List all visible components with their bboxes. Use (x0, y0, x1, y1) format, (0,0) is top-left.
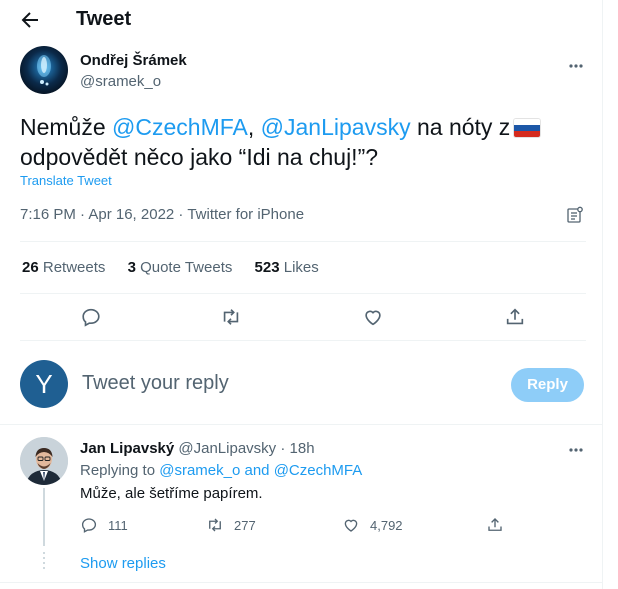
translate-tweet-link[interactable]: Translate Tweet (20, 173, 112, 188)
analytics-icon[interactable] (566, 206, 584, 224)
reply-reply-action[interactable]: 111 (80, 515, 128, 535)
separator-dot: · (280, 440, 286, 457)
more-options-icon[interactable] (566, 56, 586, 76)
likes-count: 523 (254, 259, 280, 276)
quote-tweets-label: Quote Tweets (140, 259, 233, 276)
retweets-stat[interactable]: 26 Retweets (22, 259, 105, 276)
reply-share-action[interactable] (486, 515, 514, 535)
like-icon (344, 519, 358, 532)
divider (0, 424, 602, 425)
reply-icon[interactable] (80, 306, 104, 330)
reply-author-handle[interactable]: @JanLipavsky (178, 440, 276, 457)
tweet-text-part: odpovědět něco jako “Idi na chuj!”? (20, 144, 379, 170)
tweet-text-part: Nemůže (20, 114, 113, 140)
mention-czechmfa[interactable]: @CzechMFA (274, 462, 363, 479)
tweet-text-part: , (247, 114, 261, 140)
reply-author-name[interactable]: Jan Lipavský (80, 440, 174, 457)
reply-text: Může, ale šetříme papírem. (80, 485, 263, 502)
tweet-column: Tweet Ondřej Šrámek @sramek_o Nemůže @Cz… (0, 0, 603, 589)
author-handle[interactable]: @sramek_o (80, 73, 161, 90)
reply-count: 111 (108, 517, 128, 533)
mention-janlipavsky[interactable]: @JanLipavsky (261, 114, 411, 140)
reply-retweet-action[interactable]: 277 (206, 515, 256, 535)
divider (20, 293, 586, 294)
replying-prefix: Replying to (80, 462, 160, 479)
divider (20, 340, 586, 341)
reply-time[interactable]: 18h (290, 440, 315, 457)
tweet-text: Nemůže @CzechMFA, @JanLipavsky na nóty z… (20, 112, 590, 172)
tweet-text-part: na nóty z (410, 114, 511, 140)
header: Tweet (0, 0, 602, 40)
retweet-icon[interactable] (220, 306, 244, 330)
like-count: 4,792 (370, 517, 403, 533)
likes-stat[interactable]: 523 Likes (255, 259, 319, 276)
retweets-label: Retweets (42, 259, 106, 276)
quote-tweets-stat[interactable]: 3 Quote Tweets (128, 259, 233, 276)
reply-like-action[interactable]: 4,792 (342, 515, 403, 535)
tweet-timestamp[interactable]: 7:16 PM · Apr 16, 2022 · Twitter for iPh… (20, 206, 304, 223)
russia-flag-icon (514, 119, 541, 137)
reply-header: Jan Lipavský @JanLipavsky · 18h (80, 440, 315, 457)
reply-input[interactable]: Tweet your reply (82, 372, 482, 395)
page-title: Tweet (76, 8, 132, 30)
retweet-count: 277 (234, 517, 256, 533)
reply-icon (81, 518, 97, 533)
replying-to: Replying to @sramek_o and @CzechMFA (80, 462, 362, 479)
quote-tweets-count: 3 (127, 259, 136, 276)
divider (20, 241, 586, 242)
more-options-icon[interactable] (566, 440, 586, 460)
user-avatar[interactable]: Y (20, 360, 68, 408)
tweet-stats: 26 Retweets 3 Quote Tweets 523 Likes (22, 259, 337, 276)
retweet-icon (209, 518, 221, 532)
author-avatar[interactable] (20, 46, 68, 94)
share-icon[interactable] (504, 306, 528, 330)
reply-button[interactable]: Reply (511, 368, 584, 402)
divider (0, 582, 602, 583)
mention-czechmfa[interactable]: @CzechMFA (112, 114, 248, 140)
show-replies-link[interactable]: Show replies (80, 555, 166, 572)
author-name[interactable]: Ondřej Šrámek (80, 52, 187, 69)
reply-author-avatar[interactable] (20, 437, 68, 485)
retweets-count: 26 (22, 259, 39, 276)
likes-label: Likes (283, 259, 319, 276)
share-icon (488, 518, 502, 531)
thread-line (43, 488, 45, 546)
mention-sramek-o[interactable]: @sramek_o (159, 462, 240, 479)
thread-dots (43, 552, 45, 572)
replying-and[interactable]: and (240, 462, 273, 479)
back-arrow-icon[interactable] (18, 8, 44, 32)
like-icon[interactable] (362, 306, 386, 330)
